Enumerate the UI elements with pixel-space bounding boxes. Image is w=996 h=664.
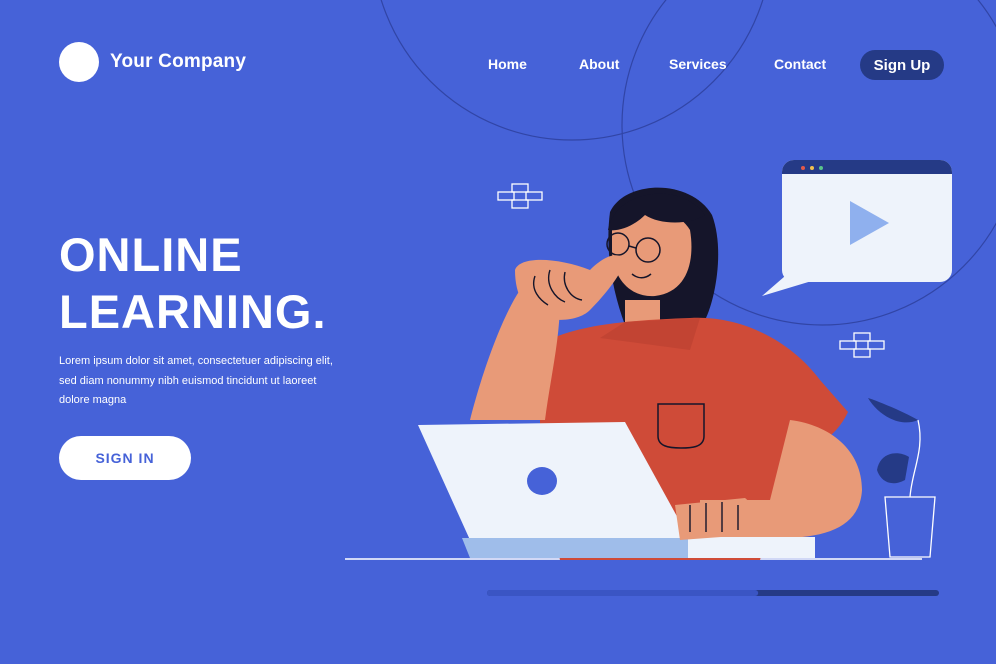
hero-description: Lorem ipsum dolor sit amet, consectetuer… [59, 352, 359, 411]
nav-contact-link[interactable]: Contact [774, 56, 826, 72]
hero-description-line2: sed diam nonummy nibh euismod tincidunt … [59, 374, 317, 387]
hero-illustration [345, 160, 952, 596]
hero-title-line2: LEARNING. [59, 285, 327, 338]
hero-title-line1: ONLINE [59, 228, 243, 281]
signup-button[interactable]: Sign Up [860, 50, 944, 80]
signin-button[interactable]: SIGN IN [59, 436, 191, 480]
progress-bar[interactable] [487, 590, 939, 596]
laptop-logo [527, 467, 557, 495]
nav-home-link[interactable]: Home [488, 56, 527, 72]
plant-icon [868, 398, 936, 558]
nav-about-link[interactable]: About [579, 56, 619, 72]
video-bubble [762, 160, 952, 296]
hero-description-line1: Lorem ipsum dolor sit amet, consectetuer… [59, 355, 333, 367]
hero-description-line3: dolore magna [59, 394, 127, 406]
brick-icon-right [839, 332, 885, 358]
hero-title: ONLINE LEARNING. [59, 226, 327, 340]
brick-icon-top [497, 183, 543, 209]
main-nav: Home About Services Contact [0, 50, 996, 80]
nav-services-link[interactable]: Services [669, 56, 727, 72]
progress-fill [487, 590, 759, 596]
